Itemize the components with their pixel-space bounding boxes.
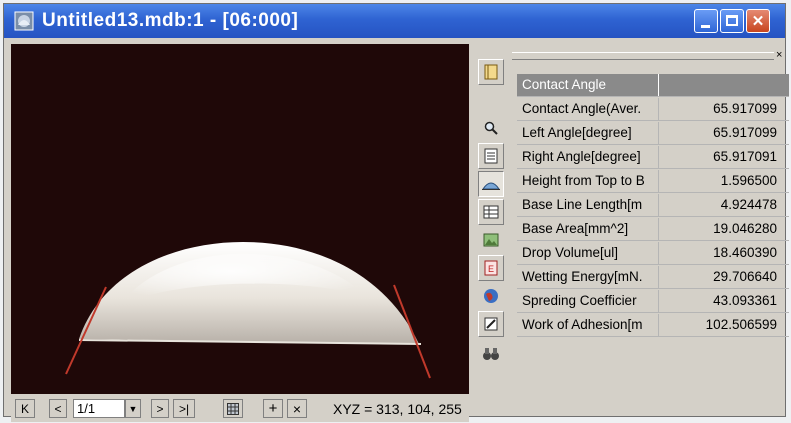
close-button[interactable]: ✕ (746, 9, 770, 33)
row-name: Wetting Energy[mN. (517, 266, 659, 288)
binoculars-icon (483, 348, 499, 360)
svg-text:E: E (488, 264, 494, 274)
minimize-icon (701, 25, 710, 28)
maximize-button[interactable] (720, 9, 744, 33)
document-button[interactable] (478, 143, 504, 169)
table-row[interactable]: Right Angle[degree] 65.917091 (517, 146, 789, 169)
last-frame-label: >| (178, 401, 190, 416)
zoom-in-button[interactable]: + (263, 399, 283, 418)
table-row[interactable]: Height from Top to B 1.596500 (517, 170, 789, 193)
table-row[interactable]: Contact Angle(Aver. 65.917099 (517, 98, 789, 121)
pen-icon (484, 317, 498, 331)
last-frame-button[interactable]: >| (173, 399, 195, 418)
row-value: 102.506599 (705, 317, 777, 332)
panel-grip[interactable] (512, 52, 774, 60)
row-name: Spreding Coefficier (517, 290, 659, 312)
droplet-image (65, 242, 431, 379)
row-value: 19.046280 (713, 221, 777, 236)
table-row[interactable]: Work of Adhesion[m 102.506599 (517, 314, 789, 337)
title-bar[interactable]: Untitled13.mdb:1 - [06:000] ✕ (4, 4, 785, 38)
globe-button[interactable] (478, 283, 504, 309)
xyz-readout: XYZ = 313, 104, 255 (333, 401, 462, 417)
vertical-toolbar: E (475, 59, 507, 421)
pen-button[interactable] (478, 311, 504, 337)
row-value: 18.460390 (713, 245, 777, 260)
row-name: Work of Adhesion[m (517, 314, 659, 336)
document-icon (484, 148, 498, 164)
row-name: Drop Volume[ul] (517, 242, 659, 264)
first-frame-label: K (20, 401, 29, 416)
row-value: 65.917091 (713, 149, 777, 164)
image-icon (483, 233, 499, 247)
notebook-button[interactable] (478, 59, 504, 85)
next-frame-button[interactable]: > (151, 399, 169, 418)
table-row[interactable]: Base Area[mm^2] 19.046280 (517, 218, 789, 241)
chevron-down-icon[interactable]: ▼ (125, 399, 141, 418)
window-title: Untitled13.mdb:1 - [06:000] (42, 10, 299, 31)
table-row[interactable]: Drop Volume[ul] 18.460390 (517, 242, 789, 265)
report-button[interactable]: E (478, 255, 504, 281)
row-name: Contact Angle(Aver. (517, 98, 659, 120)
row-value: 4.924478 (720, 197, 777, 212)
row-name: Base Line Length[m (517, 194, 659, 216)
frame-selector-input[interactable]: 1/1 (73, 399, 125, 418)
viewer-statusbar: K < 1/1 ▼ > >| + × XYZ = 313, 104, 255 (11, 396, 469, 422)
first-frame-button[interactable]: K (15, 399, 35, 418)
grid-icon (227, 402, 239, 415)
image-button[interactable] (478, 227, 504, 253)
app-icon (14, 11, 34, 31)
table-header-row: Contact Angle (517, 74, 789, 97)
droplet-profile-button[interactable] (478, 171, 504, 197)
blank-tool-button[interactable] (478, 87, 504, 113)
magnifier-button[interactable] (478, 115, 504, 141)
table-row[interactable]: Base Line Length[m 4.924478 (517, 194, 789, 217)
table-row[interactable]: Left Angle[degree] 65.917099 (517, 122, 789, 145)
table-header-name: Contact Angle (517, 74, 659, 96)
magnifier-icon (484, 121, 498, 135)
maximize-icon (726, 15, 738, 26)
prev-frame-button[interactable]: < (49, 399, 67, 418)
x-label: × (292, 400, 302, 417)
table-button[interactable] (478, 199, 504, 225)
row-value: 29.706640 (713, 269, 777, 284)
minimize-button[interactable] (694, 9, 718, 33)
close-icon: ✕ (751, 13, 765, 30)
row-name: Height from Top to B (517, 170, 659, 192)
remove-button[interactable]: × (287, 399, 307, 418)
report-icon: E (484, 260, 498, 276)
next-frame-label: > (156, 401, 164, 416)
grid-button[interactable] (223, 399, 243, 418)
binoculars-button[interactable] (478, 341, 504, 367)
row-value: 65.917099 (713, 101, 777, 116)
app-window: Untitled13.mdb:1 - [06:000] ✕ K < 1/1 ▼ … (3, 3, 789, 422)
notebook-icon (484, 64, 498, 80)
results-panel-close-button[interactable]: × (776, 49, 782, 61)
table-row[interactable]: Spreding Coefficier 43.093361 (517, 290, 789, 313)
row-value: 1.596500 (720, 173, 777, 188)
row-value: 65.917099 (713, 125, 777, 140)
row-name: Right Angle[degree] (517, 146, 659, 168)
table-row[interactable]: Wetting Energy[mN. 29.706640 (517, 266, 789, 289)
table-header-value (659, 74, 783, 96)
row-name: Left Angle[degree] (517, 122, 659, 144)
row-name: Base Area[mm^2] (517, 218, 659, 240)
table-icon (483, 205, 499, 219)
row-value: 43.093361 (713, 293, 777, 308)
droplet-image-view[interactable] (11, 44, 469, 394)
plus-label: + (268, 400, 278, 417)
globe-icon (484, 289, 498, 303)
droplet-profile-icon (482, 182, 500, 190)
prev-frame-label: < (54, 401, 62, 416)
